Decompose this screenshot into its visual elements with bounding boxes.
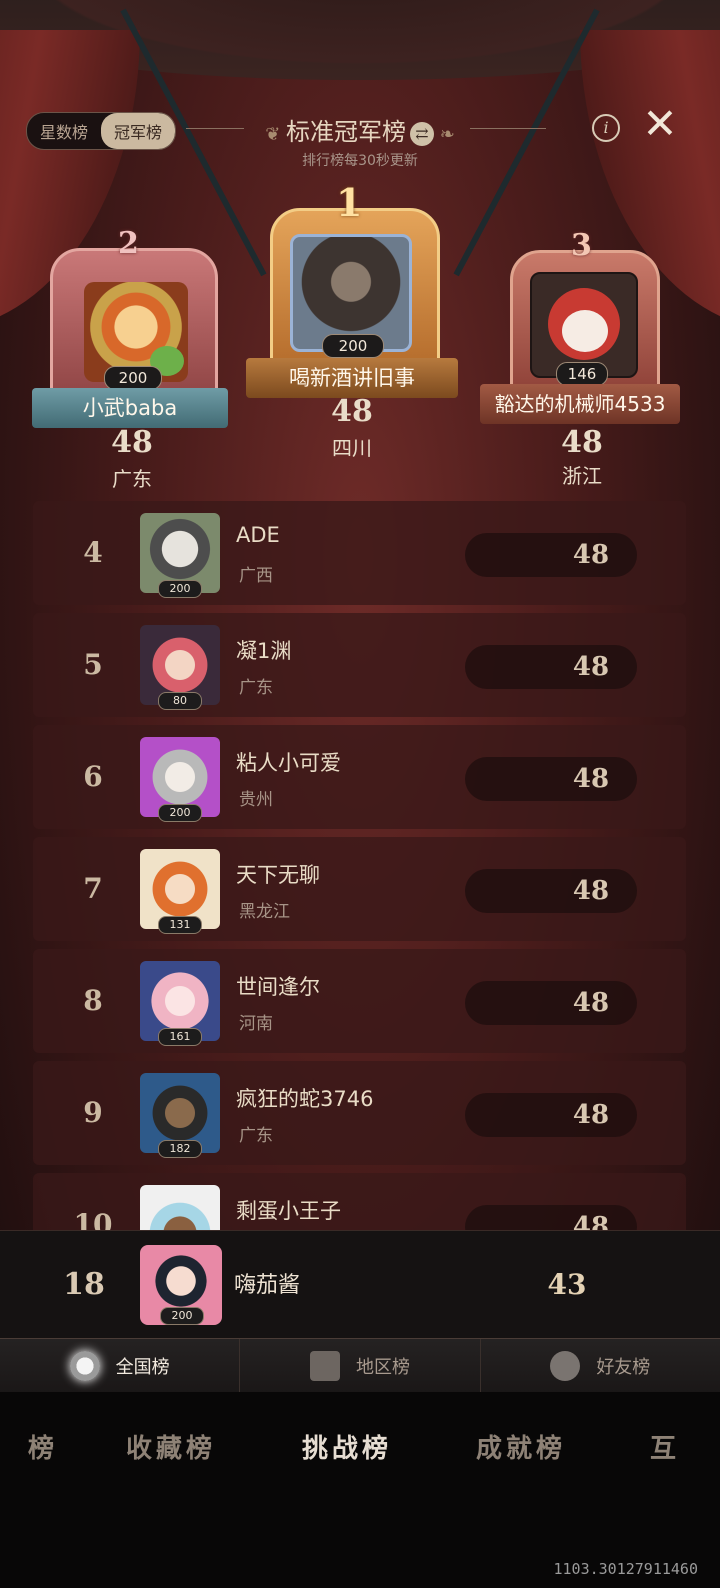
list-row-9[interactable]: 9 182 疯狂的蛇3746 广东 48 xyxy=(33,1061,686,1165)
player-name: 疯狂的蛇3746 xyxy=(236,1087,374,1111)
level-badge-third: 146 xyxy=(556,362,608,386)
list-row-6[interactable]: 6 200 粘人小可爱 贵州 48 xyxy=(33,725,686,829)
podium-name-third[interactable]: 豁达的机械师4533 xyxy=(480,384,680,424)
tab-region[interactable]: 地区榜 xyxy=(240,1339,481,1393)
player-name: 世间逢尔 xyxy=(236,975,320,999)
podium-score-second: 48 xyxy=(111,425,153,460)
nav-tab-prev[interactable]: 榜 xyxy=(28,1428,58,1465)
player-score: 48 xyxy=(572,652,610,682)
rank-number: 9 xyxy=(83,1096,103,1129)
list-row-8[interactable]: 8 161 世间逢尔 河南 48 xyxy=(33,949,686,1053)
list-row-5[interactable]: 5 80 凝1渊 广东 48 xyxy=(33,613,686,717)
rank-number: 4 xyxy=(83,536,103,569)
nav-tab-next[interactable]: 互 xyxy=(650,1428,680,1465)
podium-rank-first: 1 xyxy=(336,180,363,225)
leaderboard-screen: 星数榜 冠军榜 ❦ 标准冠军榜 ⇄ ❧ 排行榜每30秒更新 i ✕ 2 200 小… xyxy=(0,0,720,1588)
player-name: 天下无聊 xyxy=(236,863,320,887)
rank-number: 7 xyxy=(83,872,103,905)
level-badge: 200 xyxy=(158,580,202,598)
page-title-text: 标准冠军榜 xyxy=(286,118,406,146)
level-badge: 161 xyxy=(158,1028,202,1046)
my-rank-bar[interactable]: 18 200 嗨茄酱 43 xyxy=(0,1230,720,1339)
level-badge-first: 200 xyxy=(322,334,384,358)
list-row-7[interactable]: 7 131 天下无聊 黑龙江 48 xyxy=(33,837,686,941)
level-badge: 80 xyxy=(158,692,202,710)
player-name: ADE xyxy=(236,523,280,547)
rank-number: 8 xyxy=(83,984,103,1017)
my-level-badge: 200 xyxy=(160,1307,204,1325)
nav-tab-challenge[interactable]: 挑战榜 xyxy=(302,1428,392,1465)
player-region: 河南 xyxy=(239,1014,273,1034)
player-score: 48 xyxy=(572,1100,610,1130)
podium-region-third: 浙江 xyxy=(562,464,602,488)
title-ornament-right: ❧ xyxy=(434,124,455,145)
player-name: 剩蛋小王子 xyxy=(236,1199,341,1223)
friends-icon xyxy=(550,1351,581,1381)
level-badge: 182 xyxy=(158,1140,202,1158)
close-icon[interactable]: ✕ xyxy=(640,103,680,145)
podium-name-first[interactable]: 喝新酒讲旧事 xyxy=(246,358,458,398)
switch-board-icon[interactable]: ⇄ xyxy=(410,121,434,146)
my-rank-number: 18 xyxy=(63,1267,105,1302)
map-pin-icon xyxy=(309,1351,340,1381)
player-region: 黑龙江 xyxy=(239,902,290,922)
player-score: 48 xyxy=(572,876,610,906)
player-score: 48 xyxy=(572,764,610,794)
player-name: 粘人小可爱 xyxy=(236,751,341,775)
player-region: 广东 xyxy=(239,1126,273,1146)
tab-national-label: 全国榜 xyxy=(115,1357,170,1378)
tab-region-label: 地区榜 xyxy=(355,1357,410,1378)
rank-number: 5 xyxy=(83,648,103,681)
podium-rank-second: 2 xyxy=(118,226,139,261)
nav-tab-achievement[interactable]: 成就榜 xyxy=(476,1428,566,1465)
page-subtitle: 排行榜每30秒更新 xyxy=(302,153,418,169)
nav-tab-collection[interactable]: 收藏榜 xyxy=(126,1428,216,1465)
podium-name-second[interactable]: 小武baba xyxy=(32,388,228,428)
player-score: 48 xyxy=(572,540,610,570)
rank-number: 6 xyxy=(83,760,103,793)
info-icon[interactable]: i xyxy=(592,114,620,142)
build-id: 1103.30127911460 xyxy=(553,1560,699,1578)
podium-score-third: 48 xyxy=(561,425,603,460)
list-row-4[interactable]: 4 200 ADE 广西 48 xyxy=(33,501,686,605)
podium-rank-third: 3 xyxy=(571,228,592,263)
my-name: 嗨茄酱 xyxy=(234,1273,301,1298)
level-badge: 131 xyxy=(158,916,202,934)
level-badge-second: 200 xyxy=(104,366,162,390)
tab-friends[interactable]: 好友榜 xyxy=(481,1339,720,1393)
avatar-face-icon xyxy=(562,310,608,352)
podium-region-second: 广东 xyxy=(112,467,152,491)
globe-icon xyxy=(69,1351,100,1381)
player-region: 广东 xyxy=(239,678,273,698)
my-score: 43 xyxy=(547,1268,587,1301)
player-region: 贵州 xyxy=(239,790,273,810)
player-region: 广西 xyxy=(239,566,273,586)
scope-tabs: 全国榜 地区榜 好友榜 xyxy=(0,1338,720,1394)
tab-national[interactable]: 全国榜 xyxy=(0,1339,241,1393)
level-badge: 200 xyxy=(158,804,202,822)
title-ornament-left: ❦ xyxy=(265,124,286,145)
player-score: 48 xyxy=(572,988,610,1018)
tab-friends-label: 好友榜 xyxy=(596,1357,651,1378)
bottom-nav xyxy=(0,1392,720,1588)
podium-region-first: 四川 xyxy=(332,436,372,460)
player-name: 凝1渊 xyxy=(236,639,292,663)
podium-score-first: 48 xyxy=(331,394,373,429)
